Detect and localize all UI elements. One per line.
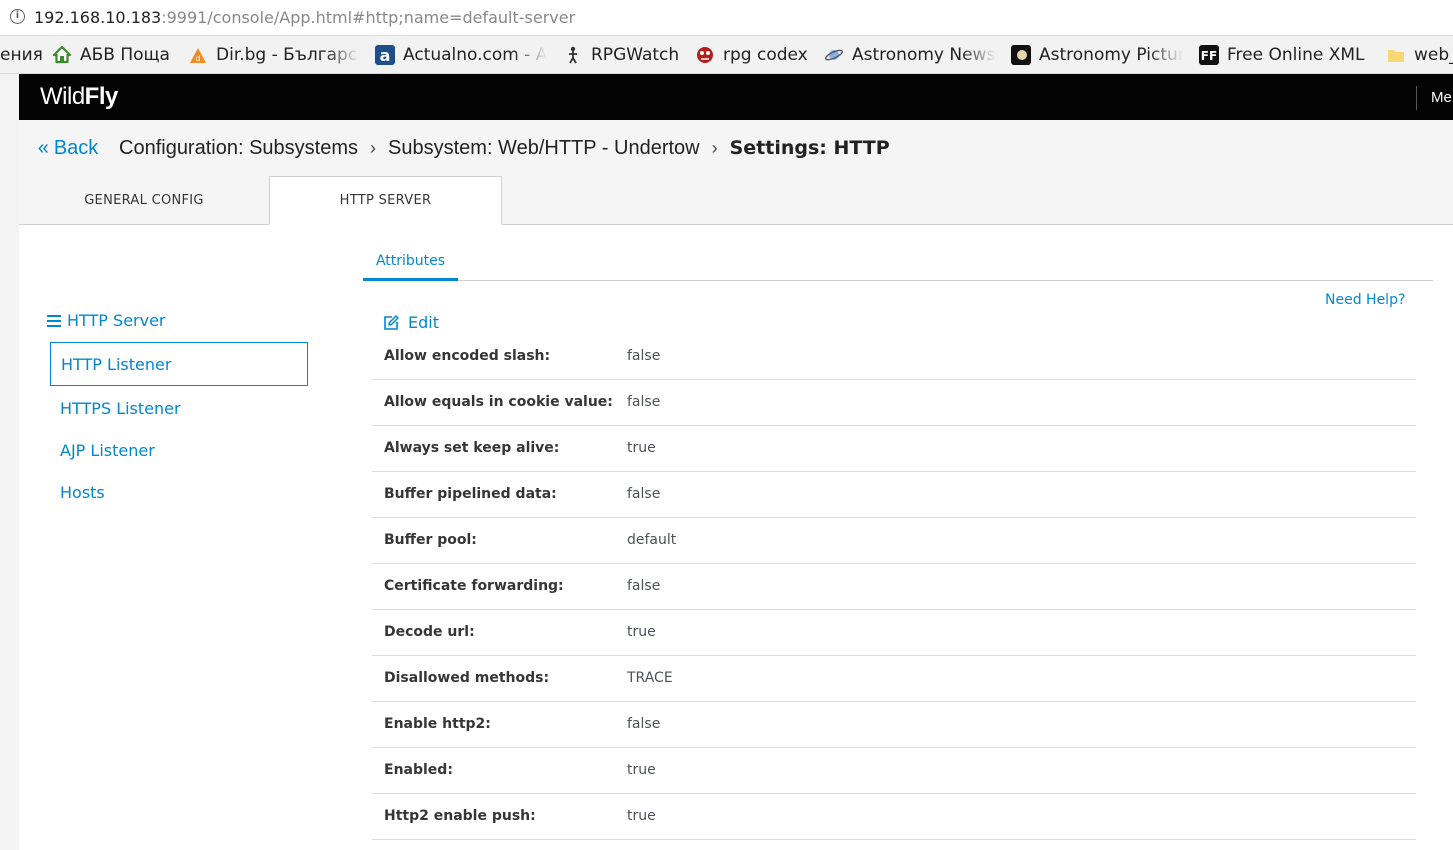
chevron-right-icon: ›	[370, 137, 377, 158]
top-menu-item[interactable]: Me	[1431, 89, 1452, 106]
attribute-key: Always set keep alive:	[384, 440, 560, 456]
sidebar-item-http-listener[interactable]: HTTP Listener	[50, 342, 308, 386]
chevron-right-icon: ›	[711, 137, 718, 158]
attribute-row: Http2 enable push: true	[372, 794, 1416, 840]
rpg-codex-icon	[695, 45, 715, 65]
tab-http-server[interactable]: HTTP SERVER	[269, 176, 502, 225]
attribute-value: true	[627, 624, 656, 640]
attribute-value: default	[627, 532, 677, 548]
attribute-key: Http2 enable push:	[384, 808, 536, 824]
sidebar-item-ajp-listener[interactable]: AJP Listener	[50, 428, 308, 472]
svg-text:a: a	[380, 46, 391, 65]
top-navbar: WildFly Me	[19, 74, 1453, 120]
breadcrumb-item[interactable]: Subsystem: Web/HTTP - Undertow	[388, 137, 700, 160]
attribute-row: Disallowed methods: TRACE	[372, 656, 1416, 702]
edit-link[interactable]: Edit	[383, 313, 439, 332]
bookmark-item[interactable]: FF Free Online XML	[1199, 44, 1365, 66]
attribute-value: true	[627, 808, 656, 824]
attribute-key: Decode url:	[384, 624, 475, 640]
bookmark-item[interactable]: ения	[0, 44, 43, 66]
attribute-row: Certificate forwarding: false	[372, 564, 1416, 610]
edit-icon	[384, 314, 399, 330]
attribute-row: Buffer pool: default	[372, 518, 1416, 564]
tab-general-config[interactable]: GENERAL CONFIG	[19, 176, 269, 225]
url-text[interactable]: 192.168.10.183:9991/console/App.html#htt…	[34, 8, 575, 27]
breadcrumb-trail: Configuration: Subsystems › Subsystem: W…	[119, 120, 890, 176]
attribute-key: Buffer pipelined data:	[384, 486, 557, 502]
attribute-value: true	[627, 762, 656, 778]
info-icon[interactable]: i	[10, 9, 25, 24]
address-bar[interactable]: i 192.168.10.183:9991/console/App.html#h…	[0, 0, 1453, 36]
svg-text:FF: FF	[1201, 49, 1217, 63]
bookmark-item[interactable]: a Actualno.com - A	[375, 44, 547, 66]
attribute-key: Certificate forwarding:	[384, 578, 564, 594]
attribute-key: Buffer pool:	[384, 532, 477, 548]
breadcrumb-item[interactable]: Configuration: Subsystems	[119, 137, 358, 160]
attribute-value: false	[627, 486, 661, 502]
double-chevron-left-icon: «	[37, 136, 49, 159]
sidebar-heading[interactable]: HTTP Server	[47, 311, 166, 330]
attribute-list: Allow encoded slash: false Allow equals i…	[372, 334, 1416, 840]
astronomy-picture-icon	[1011, 45, 1031, 65]
attribute-row: Enabled: true	[372, 748, 1416, 794]
ff-icon: FF	[1199, 45, 1219, 65]
sidebar-item-https-listener[interactable]: HTTPS Listener	[50, 386, 308, 430]
bookmark-item[interactable]: Astronomy Pictur	[1011, 44, 1183, 66]
breadcrumb: « Back Configuration: Subsystems › Subsy…	[19, 120, 1453, 176]
list-icon	[47, 314, 61, 327]
attribute-value: false	[627, 394, 661, 410]
bookmarks-bar: ения АБВ Поща d Dir.bg - Българс a Actua…	[0, 36, 1453, 74]
main-tabs: GENERAL CONFIG HTTP SERVER	[19, 176, 1453, 225]
tab-attributes[interactable]: Attributes	[363, 243, 458, 281]
astronomy-news-icon	[824, 45, 844, 65]
folder-icon	[1386, 45, 1406, 65]
attribute-tabs: Attributes	[363, 243, 1433, 281]
attribute-row: Always set keep alive: true	[372, 426, 1416, 472]
attribute-key: Enable http2:	[384, 716, 491, 732]
attribute-row: Buffer pipelined data: false	[372, 472, 1416, 518]
bookmark-folder[interactable]: web_	[1386, 44, 1453, 66]
attribute-value: false	[627, 348, 661, 364]
house-icon	[52, 45, 72, 65]
back-button[interactable]: « Back	[19, 120, 117, 176]
attribute-value: false	[627, 716, 661, 732]
bookmark-item[interactable]: АБВ Поща	[52, 44, 170, 66]
window-gutter	[0, 74, 19, 850]
breadcrumb-current: Settings: HTTP	[729, 137, 890, 159]
dir-bg-icon: d	[188, 45, 208, 65]
attribute-key: Allow encoded slash:	[384, 348, 551, 364]
bookmark-item[interactable]: d Dir.bg - Българс	[188, 44, 360, 66]
attribute-value: TRACE	[627, 670, 673, 686]
attribute-row: Decode url: true	[372, 610, 1416, 656]
rpgwatch-icon	[563, 45, 583, 65]
actualno-icon: a	[375, 45, 395, 65]
sidebar-item-hosts[interactable]: Hosts	[50, 470, 308, 514]
attribute-key: Allow equals in cookie value:	[384, 394, 613, 410]
bookmark-item[interactable]: rpg codex	[695, 44, 808, 66]
main-content: HTTP Server HTTP Listener HTTPS Listener…	[19, 225, 1453, 850]
svg-text:d: d	[195, 54, 200, 63]
attribute-row: Allow encoded slash: false	[372, 334, 1416, 380]
need-help-link[interactable]: Need Help?	[1325, 292, 1405, 308]
attribute-key: Disallowed methods:	[384, 670, 550, 686]
wildfly-logo[interactable]: WildFly	[40, 83, 118, 111]
navbar-divider	[1416, 86, 1417, 110]
attribute-row: Enable http2: false	[372, 702, 1416, 748]
attribute-key: Enabled:	[384, 762, 453, 778]
attribute-value: true	[627, 440, 656, 456]
bookmark-item[interactable]: RPGWatch	[563, 44, 679, 66]
attribute-row: Allow equals in cookie value: false	[372, 380, 1416, 426]
bookmark-item[interactable]: Astronomy News	[824, 44, 996, 66]
attribute-value: false	[627, 578, 661, 594]
